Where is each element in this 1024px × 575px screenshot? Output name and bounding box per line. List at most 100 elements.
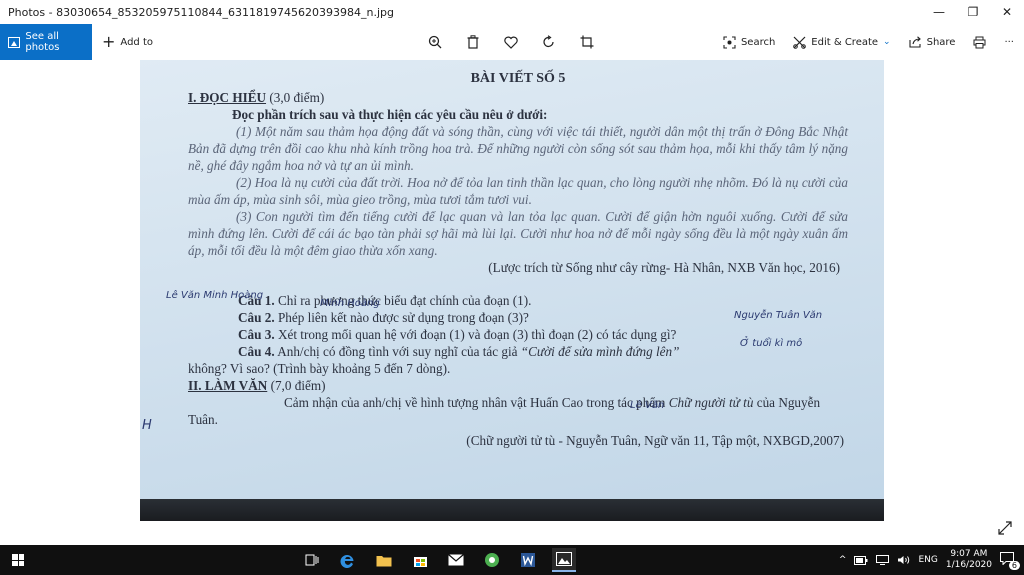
toolbar: See all photos + Add to Search Edit & Cr… — [0, 24, 1024, 60]
section-1-label: I. ĐỌC HIỂU — [188, 90, 267, 105]
exam-document: BÀI VIẾT SỐ 5 I. ĐỌC HIỂU (3,0 điểm) Đọc… — [188, 70, 848, 449]
expand-icon — [998, 521, 1012, 535]
share-button[interactable]: Share — [909, 36, 956, 48]
see-all-photos-label: See all photos — [25, 31, 60, 53]
app-badge-icon — [485, 553, 499, 567]
clock-date: 1/16/2020 — [945, 560, 992, 570]
word-icon — [521, 553, 535, 567]
task-view-icon — [305, 554, 319, 566]
favorite-button[interactable] — [501, 32, 521, 52]
section-2-points: (7,0 điểm) — [270, 378, 326, 393]
question-4-cont: không? Vì sao? (Trình bày khoảng 5 đến 7… — [188, 361, 451, 376]
passage-1: (1) Một năm sau thảm họa động đất và són… — [188, 124, 848, 173]
store-button[interactable] — [408, 548, 432, 572]
show-hidden-icons-button[interactable]: ^ — [839, 555, 847, 565]
essay-work: Chữ người tử tù — [668, 395, 754, 410]
essay-prompt: Cảm nhận của anh/chị về hình tượng nhân … — [188, 394, 848, 428]
visual-search-icon — [723, 35, 736, 49]
handwritten-note-1: Nguyễn Tuân Văn — [734, 310, 823, 321]
search-label: Search — [740, 36, 776, 48]
essay-text-a: Cảm nhận của anh/chị về hình tượng nhân … — [284, 395, 666, 410]
passage-3: (3) Con người tìm đến tiếng cười để lạc … — [188, 209, 848, 258]
handwritten-note-2: Ở tuổi kì mô — [740, 338, 803, 349]
print-button[interactable] — [973, 36, 986, 49]
folder-icon — [376, 555, 392, 566]
zoom-icon — [428, 35, 442, 49]
see-all-photos-button[interactable]: See all photos — [0, 24, 92, 60]
edge-icon — [340, 554, 354, 568]
add-to-label: Add to — [120, 36, 153, 48]
close-button[interactable]: ✕ — [990, 0, 1024, 24]
section-2-title: II. LÀM VĂN (7,0 điểm) — [188, 377, 848, 394]
add-to-button[interactable]: + Add to — [102, 34, 153, 50]
section-1-points: (3,0 điểm) — [269, 90, 325, 105]
clock[interactable]: 9:07 AM 1/16/2020 — [946, 549, 992, 571]
trash-icon — [467, 35, 479, 49]
handwritten-name-3: Lê Văn — [630, 400, 665, 411]
mail-button[interactable] — [444, 548, 468, 572]
mail-icon — [448, 554, 464, 566]
volume-icon[interactable] — [897, 555, 910, 565]
heart-icon — [504, 36, 518, 49]
doc-heading: BÀI VIẾT SỐ 5 — [470, 71, 566, 86]
fullscreen-button[interactable] — [998, 521, 1014, 537]
delete-button[interactable] — [463, 32, 483, 52]
printer-icon — [973, 36, 986, 48]
exam-paper-photo: BÀI VIẾT SỐ 5 I. ĐỌC HIỂU (3,0 điểm) Đọc… — [140, 60, 884, 521]
photos-app-button[interactable] — [552, 548, 576, 572]
chevron-down-icon: ⌄ — [883, 37, 891, 47]
handwritten-name-2: Minh Hoàng — [320, 298, 380, 309]
crop-icon — [580, 35, 594, 49]
edge-button[interactable] — [336, 548, 360, 572]
rotate-button[interactable] — [539, 32, 559, 52]
edit-create-button[interactable]: Edit & Create ⌄ — [793, 36, 891, 49]
photos-app-icon — [556, 552, 572, 566]
notifications-button[interactable]: 6 — [1000, 552, 1020, 570]
q4-label: Câu 4. — [238, 344, 275, 359]
start-button[interactable] — [0, 545, 36, 575]
q2-label: Câu 2. — [238, 310, 275, 325]
search-button[interactable]: Search — [723, 35, 776, 49]
crop-button[interactable] — [577, 32, 597, 52]
instruction: Đọc phần trích sau và thực hiện các yêu … — [232, 107, 548, 122]
plus-icon: + — [102, 32, 116, 51]
more-button[interactable]: ··· — [1004, 37, 1014, 48]
word-button[interactable] — [516, 548, 540, 572]
q4-text-a: Anh/chị có đồng tình với suy nghĩ của tá… — [277, 344, 518, 359]
green-app-button[interactable] — [480, 548, 504, 572]
zoom-button[interactable] — [425, 32, 445, 52]
handwritten-name-1: Lê Văn Minh Hoàng — [166, 290, 264, 301]
windows-logo-icon — [12, 554, 24, 566]
window-title: Photos - 83030654_853205975110844_631181… — [8, 5, 394, 19]
edit-create-label: Edit & Create — [811, 36, 879, 48]
question-1: Câu 1. Chỉ ra phương thức biểu đạt chính… — [188, 292, 848, 309]
section-1-title: I. ĐỌC HIỂU (3,0 điểm) — [188, 89, 848, 106]
clock-time: 9:07 AM — [950, 549, 988, 559]
q3-text: Xét trong mối quan hệ với đoạn (1) và đo… — [277, 327, 677, 342]
share-label: Share — [926, 36, 956, 48]
battery-icon[interactable] — [854, 555, 868, 565]
input-language[interactable]: ENG — [918, 555, 937, 565]
passage-source: (Lược trích từ Sống như cây rừng- Hà Nhâ… — [488, 260, 840, 275]
photos-icon — [8, 36, 21, 48]
photo-viewer[interactable]: BÀI VIẾT SỐ 5 I. ĐỌC HIỂU (3,0 điểm) Đọc… — [0, 60, 1024, 545]
image-tools — [425, 24, 597, 60]
essay-source: (Chữ người tử tù - Nguyễn Tuân, Ngữ văn … — [466, 433, 844, 448]
passage-2: (2) Hoa là nụ cười của đất trời. Hoa nở … — [188, 175, 848, 207]
file-explorer-button[interactable] — [372, 548, 396, 572]
title-bar: Photos - 83030654_853205975110844_631181… — [0, 0, 1024, 24]
q3-label: Câu 3. — [238, 327, 275, 342]
q1-text: Chỉ ra phương thức biểu đạt chính của đo… — [277, 293, 532, 308]
notification-count: 6 — [1008, 561, 1020, 570]
network-icon[interactable] — [876, 555, 890, 565]
task-view-button[interactable] — [300, 548, 324, 572]
maximize-button[interactable]: ❐ — [956, 0, 990, 24]
section-2-label: II. LÀM VĂN — [188, 378, 268, 393]
photo-shadow — [140, 499, 884, 521]
rotate-icon — [543, 35, 554, 48]
taskbar-apps — [300, 545, 576, 575]
handwritten-mark: H — [142, 418, 152, 433]
system-tray: ^ ENG 9:07 AM 1/16/2020 6 — [839, 545, 1020, 575]
minimize-button[interactable]: — — [922, 0, 956, 24]
share-icon — [909, 36, 921, 48]
